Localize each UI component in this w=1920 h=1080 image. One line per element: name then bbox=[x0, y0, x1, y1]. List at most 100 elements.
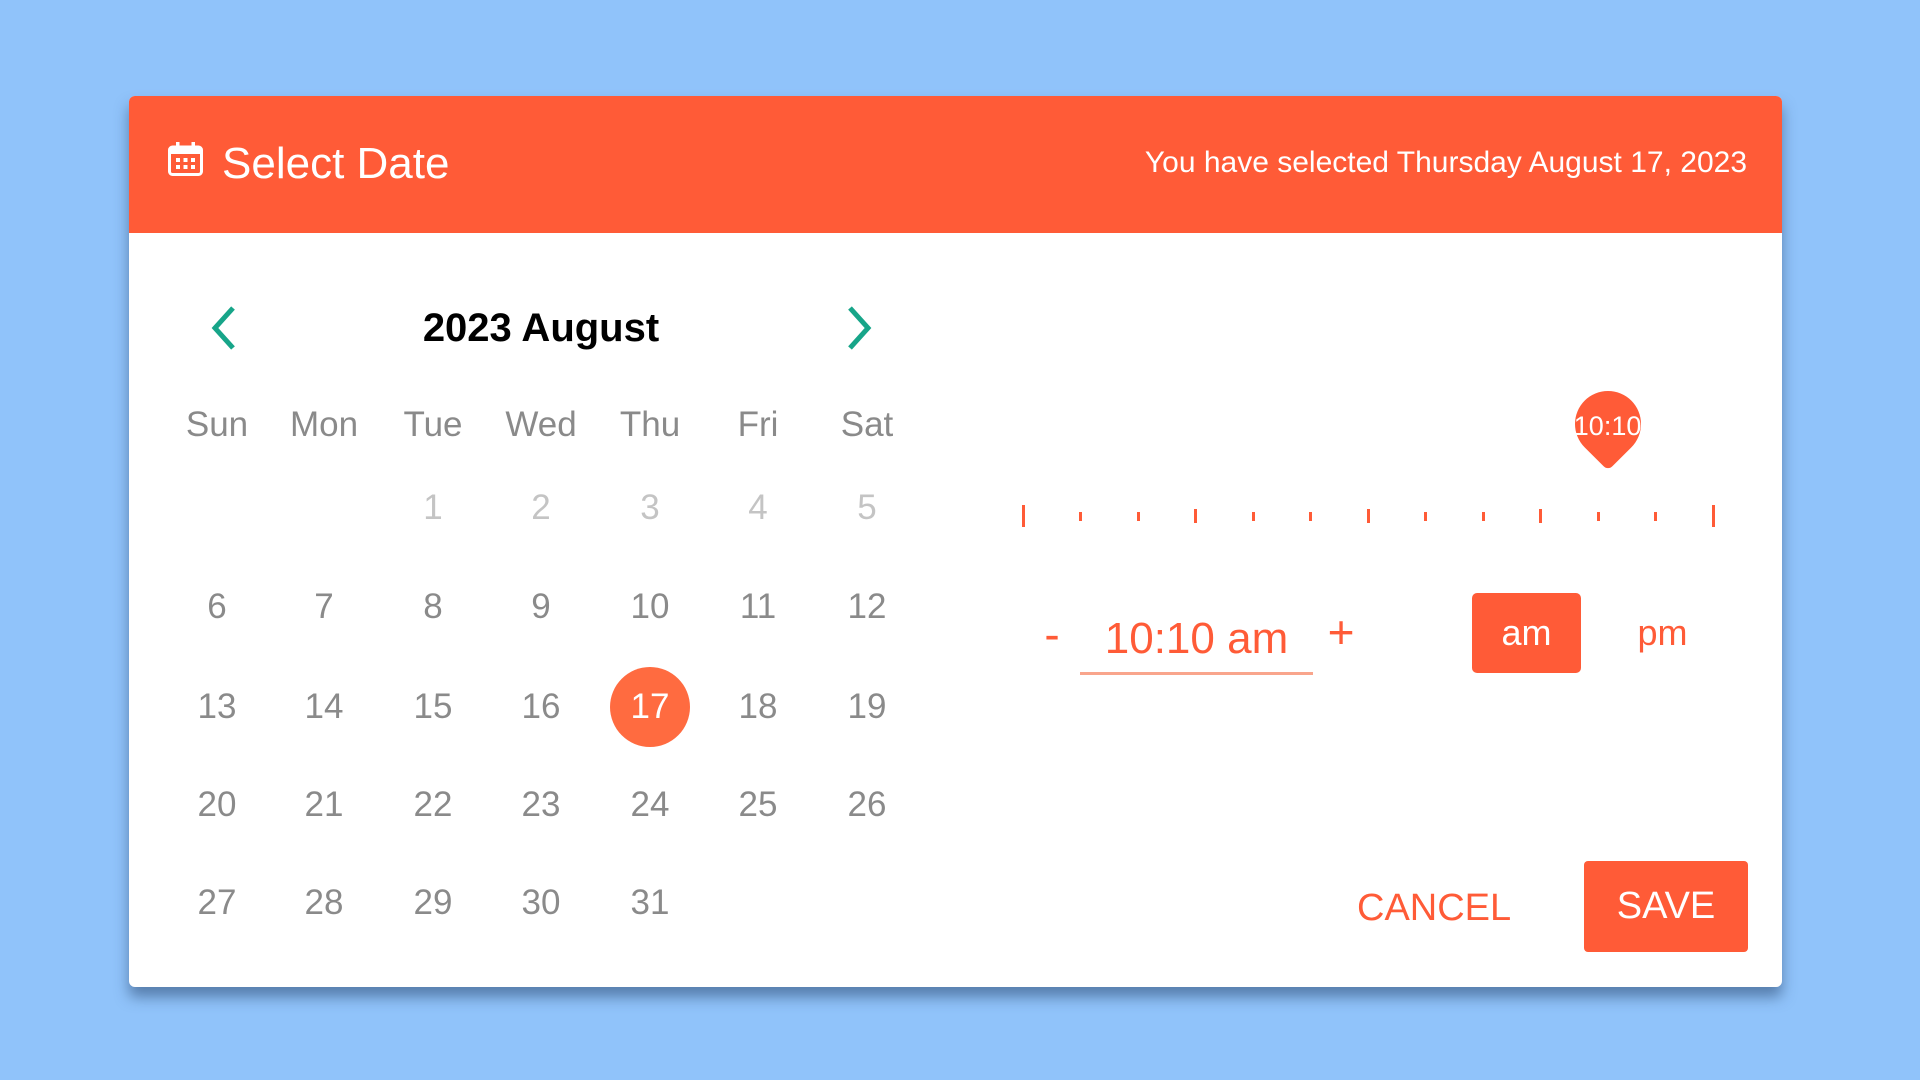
day-number: 16 bbox=[521, 687, 561, 726]
next-month-button[interactable] bbox=[834, 303, 884, 353]
previous-month-button[interactable] bbox=[199, 303, 249, 353]
day-number: 12 bbox=[847, 587, 887, 626]
selected-date-summary: You have selected Thursday August 17, 20… bbox=[1144, 146, 1747, 179]
calendar-day[interactable]: 25 bbox=[704, 765, 812, 845]
calendar-day[interactable]: 8 bbox=[379, 567, 487, 647]
slider-tick bbox=[1136, 512, 1140, 521]
calendar-day[interactable]: 18 bbox=[704, 667, 812, 747]
calendar-day[interactable]: 4 bbox=[704, 468, 812, 548]
save-button[interactable]: SAVE bbox=[1584, 861, 1748, 952]
weekday-label: Thu bbox=[619, 405, 681, 444]
day-number: 19 bbox=[847, 687, 887, 726]
slider-tick bbox=[1711, 505, 1715, 527]
day-number: 25 bbox=[738, 785, 778, 824]
slider-tick bbox=[1309, 512, 1312, 521]
day-number: 29 bbox=[413, 883, 453, 922]
calendar-day[interactable]: 15 bbox=[379, 667, 487, 747]
calendar-day[interactable]: 7 bbox=[270, 567, 378, 647]
weekday-label: Tue bbox=[403, 405, 463, 444]
calendar-day[interactable]: 24 bbox=[596, 765, 704, 845]
day-number: 14 bbox=[304, 687, 344, 726]
calendar-day[interactable]: 20 bbox=[163, 765, 271, 845]
slider-tick bbox=[1194, 509, 1197, 523]
day-number: 18 bbox=[738, 687, 778, 726]
day-number: 11 bbox=[739, 587, 777, 626]
calendar-day[interactable]: 9 bbox=[487, 567, 595, 647]
calendar-day[interactable]: 13 bbox=[163, 667, 271, 747]
calendar-day[interactable]: 31 bbox=[596, 863, 704, 943]
day-number: 20 bbox=[197, 785, 237, 824]
calendar-day[interactable]: 11 bbox=[704, 567, 812, 647]
slider-tick bbox=[1424, 512, 1427, 521]
day-number: 17 bbox=[630, 687, 670, 726]
chevron-right-icon bbox=[848, 306, 872, 350]
weekday-label: Sat bbox=[840, 405, 894, 444]
day-number: 30 bbox=[521, 883, 561, 922]
day-number: 13 bbox=[197, 687, 237, 726]
day-number: 4 bbox=[748, 488, 768, 527]
dialog-header: Select Date You have selected Thursday A… bbox=[129, 96, 1782, 233]
weekday-label: Wed bbox=[505, 405, 577, 444]
calendar-day[interactable]: 27 bbox=[163, 863, 271, 943]
slider-tick bbox=[1654, 512, 1657, 521]
time-slider-label: 10:10 bbox=[1573, 411, 1642, 441]
month-title: 2023 August bbox=[422, 306, 660, 350]
calendar-day[interactable]: 6 bbox=[163, 567, 271, 647]
dialog-title: Select Date bbox=[222, 139, 450, 188]
calendar-day[interactable]: 26 bbox=[813, 765, 921, 845]
calendar-day[interactable]: 14 bbox=[270, 667, 378, 747]
day-number: 15 bbox=[413, 687, 453, 726]
slider-tick bbox=[1481, 512, 1485, 521]
decrement-time-button[interactable]: - bbox=[1032, 609, 1072, 659]
calendar-day[interactable]: 22 bbox=[379, 765, 487, 845]
calendar-day[interactable]: 30 bbox=[487, 863, 595, 943]
time-slider-handle[interactable]: 10:10 bbox=[1560, 377, 1655, 490]
day-number: 5 bbox=[857, 488, 877, 527]
calendar-day[interactable]: 12 bbox=[813, 567, 921, 647]
weekday-label: Mon bbox=[289, 405, 359, 444]
calendar-day-selected[interactable]: 17 bbox=[596, 667, 704, 747]
calendar-icon bbox=[168, 142, 203, 176]
day-number: 23 bbox=[521, 785, 561, 824]
day-number: 21 bbox=[304, 785, 344, 824]
calendar-day[interactable]: 3 bbox=[596, 468, 704, 548]
time-input[interactable] bbox=[1080, 606, 1313, 675]
day-number: 28 bbox=[304, 883, 344, 922]
slider-tick bbox=[1251, 512, 1255, 521]
calendar-day[interactable]: 28 bbox=[270, 863, 378, 943]
weekday-label: Sun bbox=[185, 405, 249, 444]
day-number: 24 bbox=[630, 785, 670, 824]
date-picker-dialog: Select Date You have selected Thursday A… bbox=[129, 96, 1782, 987]
slider-tick bbox=[1596, 512, 1600, 521]
calendar-day[interactable]: 16 bbox=[487, 667, 595, 747]
pm-toggle[interactable]: pm bbox=[1608, 593, 1717, 673]
day-number: 8 bbox=[423, 587, 443, 626]
cancel-button[interactable]: CANCEL bbox=[1357, 883, 1511, 933]
calendar-day[interactable]: 19 bbox=[813, 667, 921, 747]
day-number: 1 bbox=[423, 488, 443, 527]
slider-tick bbox=[1021, 505, 1025, 527]
slider-tick bbox=[1366, 509, 1370, 523]
day-number: 10 bbox=[630, 587, 670, 626]
day-number: 6 bbox=[207, 587, 227, 626]
day-number: 9 bbox=[531, 587, 551, 626]
weekday-label: Fri bbox=[737, 405, 779, 444]
calendar-day[interactable]: 2 bbox=[487, 468, 595, 548]
am-toggle[interactable]: am bbox=[1472, 593, 1581, 673]
calendar-day[interactable]: 5 bbox=[813, 468, 921, 548]
slider-tick bbox=[1539, 509, 1542, 523]
slider-tick bbox=[1079, 512, 1082, 521]
calendar-day[interactable]: 29 bbox=[379, 863, 487, 943]
day-number: 26 bbox=[847, 785, 887, 824]
calendar-day[interactable]: 10 bbox=[596, 567, 704, 647]
chevron-left-icon bbox=[211, 306, 235, 350]
day-number: 3 bbox=[640, 488, 660, 527]
calendar-day[interactable]: 21 bbox=[270, 765, 378, 845]
calendar-day[interactable]: 1 bbox=[379, 468, 487, 548]
day-number: 7 bbox=[314, 587, 334, 626]
day-number: 22 bbox=[413, 785, 453, 824]
calendar-day[interactable]: 23 bbox=[487, 765, 595, 845]
increment-time-button[interactable]: + bbox=[1321, 607, 1361, 657]
day-number: 27 bbox=[197, 883, 237, 922]
day-number: 31 bbox=[630, 883, 670, 922]
